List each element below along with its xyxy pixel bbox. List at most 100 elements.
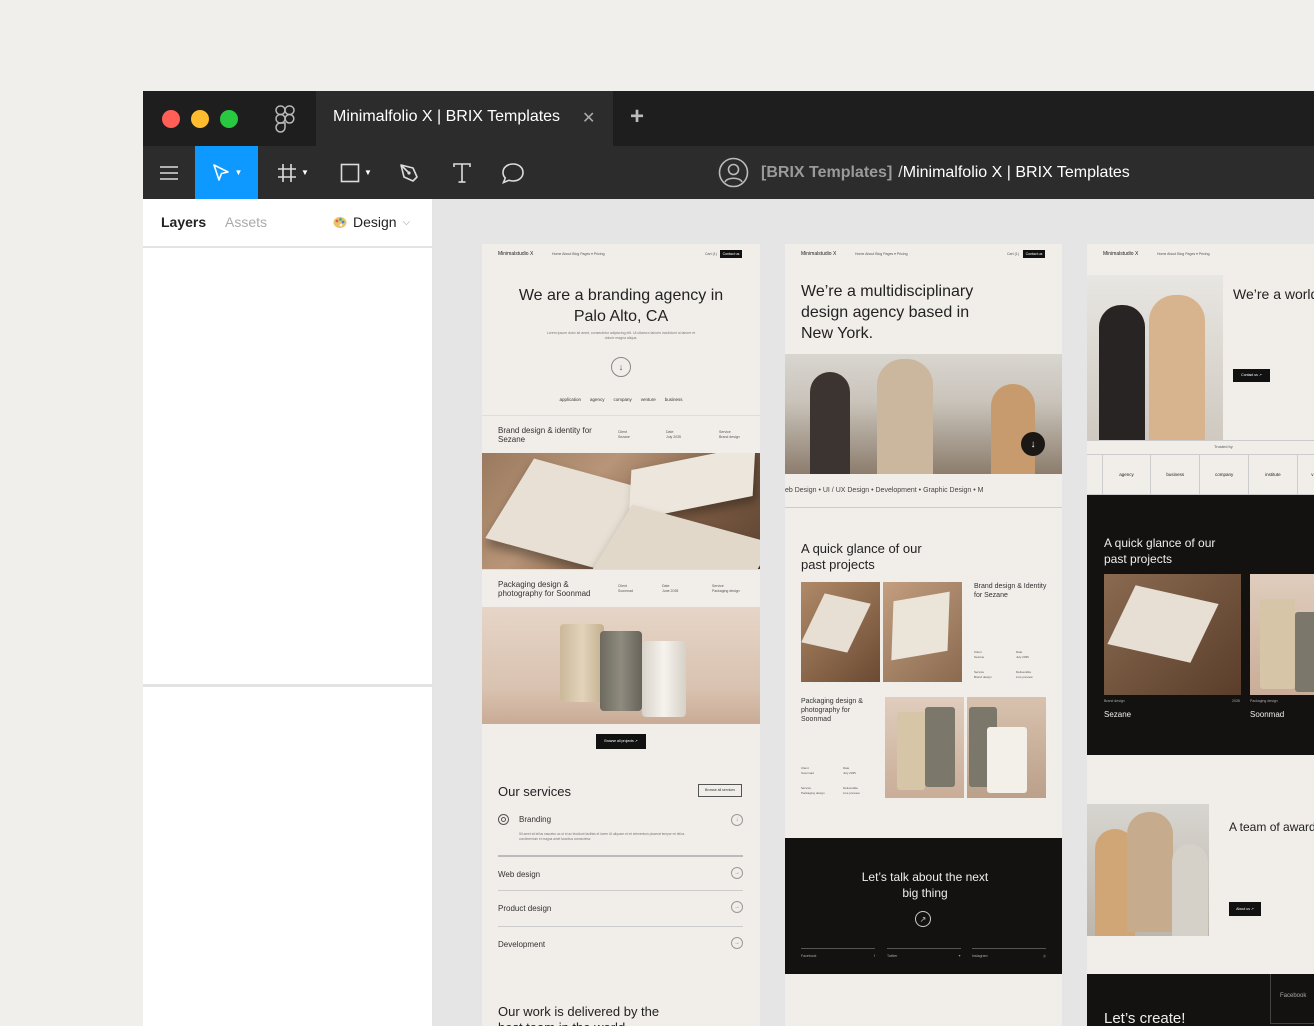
can-shape: [600, 631, 642, 711]
close-window-button[interactable]: [162, 110, 180, 128]
tab-close-icon[interactable]: ✕: [582, 108, 595, 128]
footer-link: Facebook f: [801, 948, 875, 958]
date-label: Date: [666, 430, 674, 434]
service-label: Service: [712, 584, 724, 588]
divider: [1087, 440, 1314, 441]
cta-title: Let’s talk about the next big thing: [861, 870, 989, 900]
mini-nav: Minimalstudio X Home About Blog Pages ▾ …: [785, 244, 1062, 266]
delivered-title: Our work is delivered by the best team i…: [498, 1004, 660, 1026]
cards-photo: [482, 453, 760, 569]
project-name: Sezane: [1104, 710, 1132, 719]
arrow-right-icon: →: [731, 867, 743, 879]
date-value: July 2035: [1016, 655, 1029, 659]
toolbar: ▼ ▼ ▼ [BRIX Templates] / Minimalfolio X …: [143, 146, 1314, 199]
project-title: Packaging design & photography for Soonm…: [801, 698, 863, 723]
footer-link: Instagram ◎: [972, 948, 1046, 958]
title-bar: Minimalfolio X | BRIX Templates ✕ +: [143, 91, 1314, 146]
minimize-window-button[interactable]: [191, 110, 209, 128]
project-thumb: [1104, 574, 1241, 695]
chevron-down-icon: ▼: [364, 168, 372, 177]
contact-button: Contact us ↗: [1233, 369, 1270, 382]
tab-title: Minimalfolio X | BRIX Templates: [333, 108, 561, 125]
team-avatar-icon[interactable]: [718, 157, 749, 188]
arrow-down-icon: ↓: [1021, 432, 1045, 456]
person-shape: [1172, 844, 1208, 936]
client-value: Sezane: [974, 655, 985, 659]
service-label: Service: [974, 670, 985, 674]
arrow-right-icon: →: [731, 937, 743, 949]
arrow-down-icon: ↓: [611, 357, 631, 377]
service-row: Web design →: [498, 855, 743, 890]
hero-title: We’re a multidisciplinary design agency …: [801, 283, 974, 342]
hero-title: We’re a world class design agency in Los…: [1233, 286, 1314, 302]
tab-assets[interactable]: Assets: [225, 214, 267, 230]
footer-cta: Let’s create! Facebook: [1087, 974, 1314, 1026]
main-menu-button[interactable]: [157, 146, 181, 199]
move-tool-button[interactable]: ▼: [195, 146, 258, 199]
instagram-icon: ◎: [1042, 954, 1046, 958]
date-value: July 2035: [843, 771, 856, 775]
tab-layers[interactable]: Layers: [161, 214, 206, 230]
service-row: Product design →: [498, 890, 743, 926]
breadcrumb-file-name[interactable]: Minimalfolio X | BRIX Templates: [903, 164, 1130, 182]
logo-item: v: [1311, 472, 1314, 477]
service-label: Service: [719, 430, 731, 434]
pen-tool-button[interactable]: [397, 146, 421, 199]
mini-nav: Minimalstudio X Home About Blog Pages ▾ …: [482, 244, 760, 266]
can-shape: [560, 624, 604, 702]
figma-logo-icon[interactable]: [274, 105, 296, 133]
glance-title: A quick glance of our past projects: [801, 541, 922, 572]
client-value: Soonmad: [801, 771, 814, 775]
design-canvas[interactable]: Minimalstudio X Home About Blog Pages ▾ …: [433, 199, 1314, 1026]
hero-photo: [1087, 275, 1223, 440]
hero-subtitle: Lorem ipsum dolor sit amet, consectetur …: [546, 331, 696, 340]
deliverable-value: Live preview: [843, 791, 860, 795]
new-tab-button[interactable]: +: [630, 103, 644, 131]
figma-window: Minimalfolio X | BRIX Templates ✕ + ▼ ▼ …: [143, 91, 1314, 1026]
service-name: Development: [498, 940, 546, 949]
frame-home-2[interactable]: Minimalstudio X Home About Blog Pages ▾ …: [785, 244, 1062, 1026]
services-title: Our services: [498, 784, 571, 799]
tab-design[interactable]: Design ⌵: [333, 214, 410, 230]
client-label: Client: [801, 766, 809, 770]
file-tab[interactable]: Minimalfolio X | BRIX Templates ✕: [316, 91, 613, 146]
text-tool-button[interactable]: [450, 146, 474, 199]
arrow-up-right-icon: ↗: [915, 911, 931, 927]
service-value: Packaging design: [712, 589, 740, 593]
project-meta: Service Brand design: [719, 430, 740, 440]
mini-logo: Minimalstudio X: [801, 251, 837, 257]
logo-item: company: [1200, 455, 1249, 494]
project-thumb: [883, 582, 962, 682]
frame-home-3[interactable]: Minimalstudio X Home About Blog Pages ▾ …: [1087, 244, 1314, 1026]
project-strip: Brand design & identity for Sezane Clien…: [482, 415, 760, 453]
project-thumb: [801, 582, 880, 682]
frame-home-1[interactable]: Minimalstudio X Home About Blog Pages ▾ …: [482, 244, 760, 1026]
logo-item: agency: [1103, 455, 1152, 494]
breadcrumb-team[interactable]: [BRIX Templates]: [761, 164, 892, 182]
about-button: About us ↗: [1229, 902, 1261, 916]
person-shape: [1127, 812, 1173, 932]
maximize-window-button[interactable]: [220, 110, 238, 128]
mini-logo: Minimalstudio X: [1103, 251, 1139, 257]
footer-link-label: Twitter: [887, 954, 898, 958]
team-title: A team of award winning designers: [1229, 820, 1314, 834]
logo-item: business: [664, 397, 683, 402]
breadcrumb: [BRIX Templates] / Minimalfolio X | BRIX…: [718, 157, 1130, 188]
footer-link-label: Instagram: [972, 954, 988, 958]
hero-title: We are a branding agency in Palo Alto, C…: [518, 287, 724, 325]
chevron-down-icon: ⌵: [402, 216, 411, 228]
comment-tool-button[interactable]: [500, 146, 526, 199]
project-title: Brand design & identity for Sezane: [498, 426, 592, 444]
footer-link-label: Facebook: [801, 954, 817, 958]
mini-contact-button: Contact us: [1023, 250, 1045, 258]
projects-section: A quick glance of our past projects Bran…: [1087, 495, 1314, 755]
deliverable-label: Deliverable: [1016, 670, 1032, 674]
project-meta: Date July 2035: [1016, 650, 1029, 660]
client-label: Client: [974, 650, 982, 654]
footer-link: Twitter ✦: [887, 948, 961, 958]
shape-tool-button[interactable]: ▼: [336, 146, 376, 199]
services-marquee: eb Design • UI / UX Design • Development…: [785, 474, 1062, 508]
project-thumb: [967, 697, 1046, 798]
frame-tool-button[interactable]: ▼: [273, 146, 313, 199]
service-row: Development →: [498, 926, 743, 962]
